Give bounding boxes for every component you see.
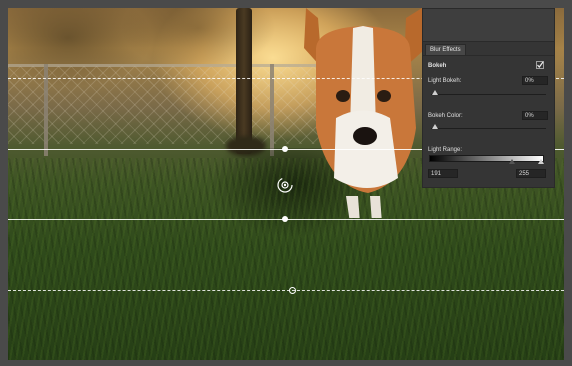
corgi-dog: [304, 8, 424, 218]
light-bokeh-label: Light Bokeh:: [428, 78, 462, 84]
light-range-high-field[interactable]: 255: [516, 169, 546, 178]
light-bokeh-value-field[interactable]: 0%: [522, 76, 548, 85]
checkmark-icon[interactable]: [536, 61, 544, 69]
tree-trunk: [236, 8, 252, 154]
light-bokeh-slider-track[interactable]: [431, 94, 546, 95]
light-range-low-thumb[interactable]: [509, 159, 515, 164]
tab-divider: [423, 55, 554, 56]
light-range-high-thumb[interactable]: [538, 159, 544, 164]
rotate-handle-icon[interactable]: [288, 286, 297, 295]
fence-rail: [8, 64, 348, 67]
light-range-low-field[interactable]: 191: [428, 169, 458, 178]
light-bokeh-slider-thumb[interactable]: [432, 90, 438, 95]
focus-bottom-handle[interactable]: [282, 216, 288, 222]
light-range-label: Light Range:: [428, 147, 463, 153]
blur-center-pin-icon[interactable]: [277, 177, 293, 193]
panel-header: [423, 9, 554, 42]
bokeh-color-slider-thumb[interactable]: [432, 124, 438, 129]
bokeh-color-slider-track[interactable]: [431, 128, 546, 129]
bokeh-color-value-field[interactable]: 0%: [522, 111, 548, 120]
bokeh-label: Bokeh: [428, 63, 447, 69]
light-range-gradient[interactable]: [429, 155, 544, 162]
bokeh-color-label: Bokeh Color:: [428, 113, 463, 119]
blur-effects-panel: Blur Effects Bokeh Light Bokeh: 0% Bokeh…: [422, 8, 555, 188]
focus-top-handle[interactable]: [282, 146, 288, 152]
blur-fade-bottom-guide[interactable]: [8, 290, 564, 291]
tab-blur-effects[interactable]: Blur Effects: [425, 44, 466, 55]
